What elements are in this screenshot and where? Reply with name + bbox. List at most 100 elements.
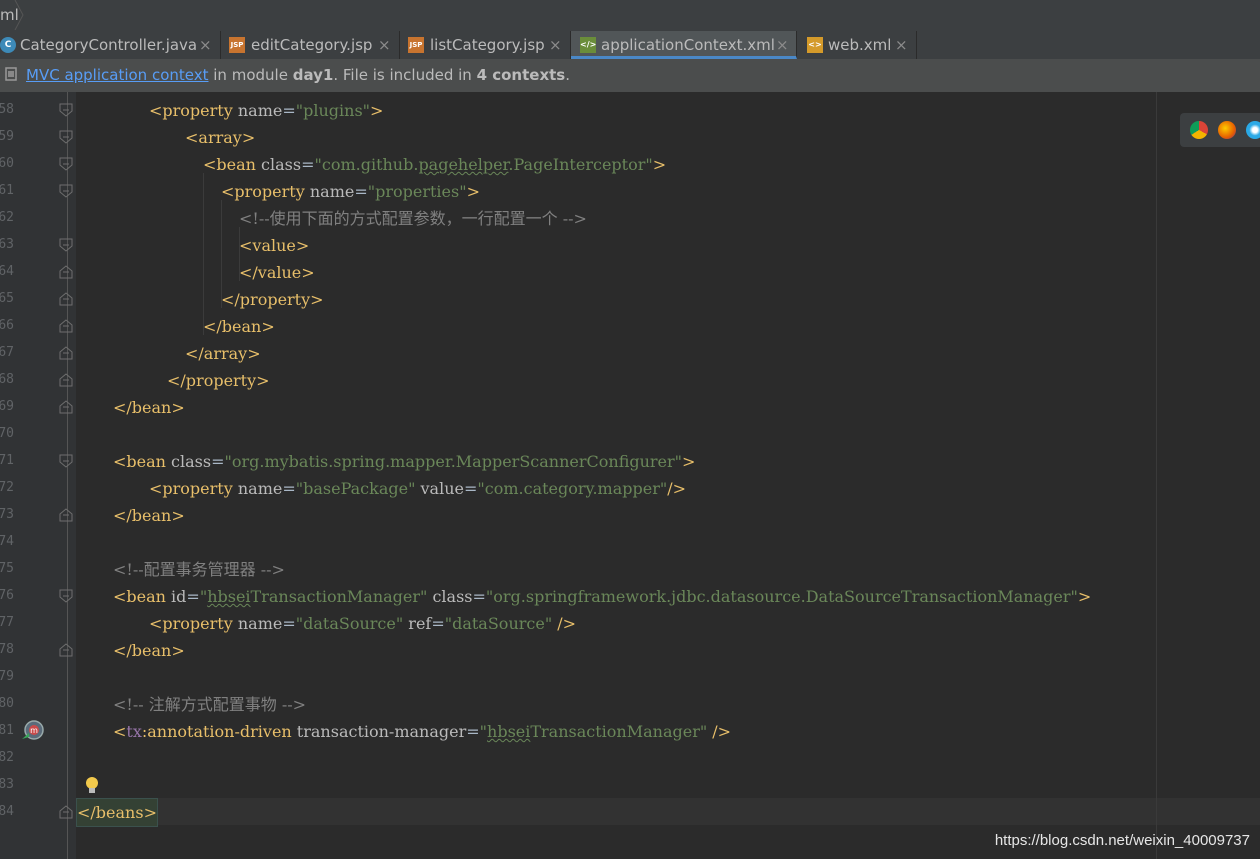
fold-close-icon[interactable] <box>59 346 73 360</box>
tab-categorycontroller[interactable]: C CategoryController.java × <box>0 31 221 59</box>
code-line-60: <bean class="com.github.pagehelper.PageI… <box>203 151 666 178</box>
code-line-63: <value> <box>239 236 310 255</box>
token: "dataSource" <box>444 614 553 633</box>
token: = <box>211 452 225 471</box>
code-line-68: </property> <box>167 371 270 390</box>
close-icon[interactable]: × <box>378 36 391 54</box>
close-icon[interactable]: × <box>895 36 908 54</box>
token: class <box>427 587 473 606</box>
code-line-73: </bean> <box>113 506 185 525</box>
token: pagehelper <box>418 155 509 174</box>
banner-text: . <box>565 66 570 84</box>
context-info-icon <box>5 67 17 81</box>
token: "org.mybatis.spring.mapper.MapperScanner… <box>224 452 683 471</box>
fold-close-icon[interactable] <box>59 373 73 387</box>
line-number: 59 <box>0 129 14 144</box>
line-number: 69 <box>0 399 14 414</box>
token: "properties" <box>367 182 467 201</box>
token: bean <box>126 452 166 471</box>
token: hbsei <box>207 587 251 606</box>
fold-close-icon[interactable] <box>59 319 73 333</box>
svg-text:m: m <box>30 726 38 735</box>
code-line-71: <bean class="org.mybatis.spring.mapper.M… <box>113 448 695 475</box>
code-editor[interactable]: 58 59 60 61 62 63 64 65 66 67 68 69 70 71 72 73 74 75 76 77… <box>0 92 1260 859</box>
token: < <box>113 587 127 606</box>
line-number: 60 <box>0 156 14 171</box>
token: /> <box>552 614 577 633</box>
line-number: 72 <box>0 480 14 495</box>
token: /> <box>707 722 732 741</box>
line-number: 77 <box>0 615 14 630</box>
token: transaction-manager <box>291 722 467 741</box>
line-number: 58 <box>0 102 14 117</box>
fold-close-icon[interactable] <box>59 508 73 522</box>
token: .PageInterceptor" <box>508 155 653 174</box>
spring-bean-gutter-icon[interactable]: m <box>20 719 46 743</box>
token: "com.category.mapper" <box>477 479 668 498</box>
close-icon[interactable]: × <box>776 36 789 54</box>
code-line-84: </beans> <box>76 798 158 827</box>
mvc-context-link[interactable]: MVC application context <box>26 66 209 84</box>
fold-close-icon[interactable] <box>59 805 73 819</box>
safari-icon[interactable] <box>1246 121 1260 139</box>
fold-close-icon[interactable] <box>59 643 73 657</box>
code-line-75: <!--配置事务管理器 --> <box>113 560 285 579</box>
lightbulb-icon[interactable] <box>84 776 100 796</box>
fold-open-icon[interactable] <box>59 589 73 603</box>
token: property <box>162 614 233 633</box>
token: class <box>165 452 212 471</box>
token: name <box>232 614 283 633</box>
line-number: 81 <box>0 723 14 738</box>
fold-close-icon[interactable] <box>59 400 73 414</box>
token: annotation-driven <box>147 722 292 741</box>
token: < <box>149 614 163 633</box>
token: property <box>162 101 233 120</box>
line-number: 71 <box>0 453 14 468</box>
token: name <box>232 101 283 120</box>
fold-open-icon[interactable] <box>59 238 73 252</box>
firefox-icon[interactable] <box>1218 121 1236 139</box>
breadcrumb-bar: ml <box>0 0 1260 32</box>
tab-editcategory[interactable]: JSP editCategory.jsp × <box>221 31 400 59</box>
breadcrumb-separator-icon <box>14 0 24 30</box>
token: > <box>370 101 384 120</box>
tab-listcategory[interactable]: JSP listCategory.jsp × <box>400 31 571 59</box>
chrome-icon[interactable] <box>1190 121 1208 139</box>
code-line-61: <property name="properties"> <box>221 178 480 205</box>
fold-close-icon[interactable] <box>59 292 73 306</box>
token: ref <box>403 614 432 633</box>
line-number: 66 <box>0 318 14 333</box>
close-icon[interactable]: × <box>549 36 562 54</box>
token: "plugins" <box>295 101 371 120</box>
token: "com.github. <box>314 155 419 174</box>
fold-open-icon[interactable] <box>59 454 73 468</box>
line-number: 84 <box>0 804 14 819</box>
fold-open-icon[interactable] <box>59 130 73 144</box>
token: > <box>466 182 480 201</box>
gutter <box>0 92 76 859</box>
token: value <box>415 479 464 498</box>
token: = <box>282 614 296 633</box>
token: id <box>165 587 187 606</box>
close-icon[interactable]: × <box>199 36 212 54</box>
fold-open-icon[interactable] <box>59 103 73 117</box>
tab-web-xml[interactable]: <> web.xml × <box>798 31 917 59</box>
token: name <box>232 479 283 498</box>
fold-close-icon[interactable] <box>59 265 73 279</box>
line-number: 65 <box>0 291 14 306</box>
token: > <box>682 452 696 471</box>
token: = <box>354 182 368 201</box>
token: > <box>1077 587 1092 606</box>
token: < <box>113 722 127 741</box>
fold-open-icon[interactable] <box>59 184 73 198</box>
fold-open-icon[interactable] <box>59 157 73 171</box>
code-line-76: <bean id="hbseiTransactionManager" class… <box>113 583 1091 610</box>
tab-applicationcontext[interactable]: </> applicationContext.xml × <box>571 31 797 59</box>
token: = <box>282 479 296 498</box>
line-number: 83 <box>0 777 14 792</box>
token: < <box>149 101 163 120</box>
token: < <box>149 479 163 498</box>
token: < <box>203 155 217 174</box>
indent-guide <box>203 173 204 335</box>
jsp-file-icon: JSP <box>229 37 245 53</box>
